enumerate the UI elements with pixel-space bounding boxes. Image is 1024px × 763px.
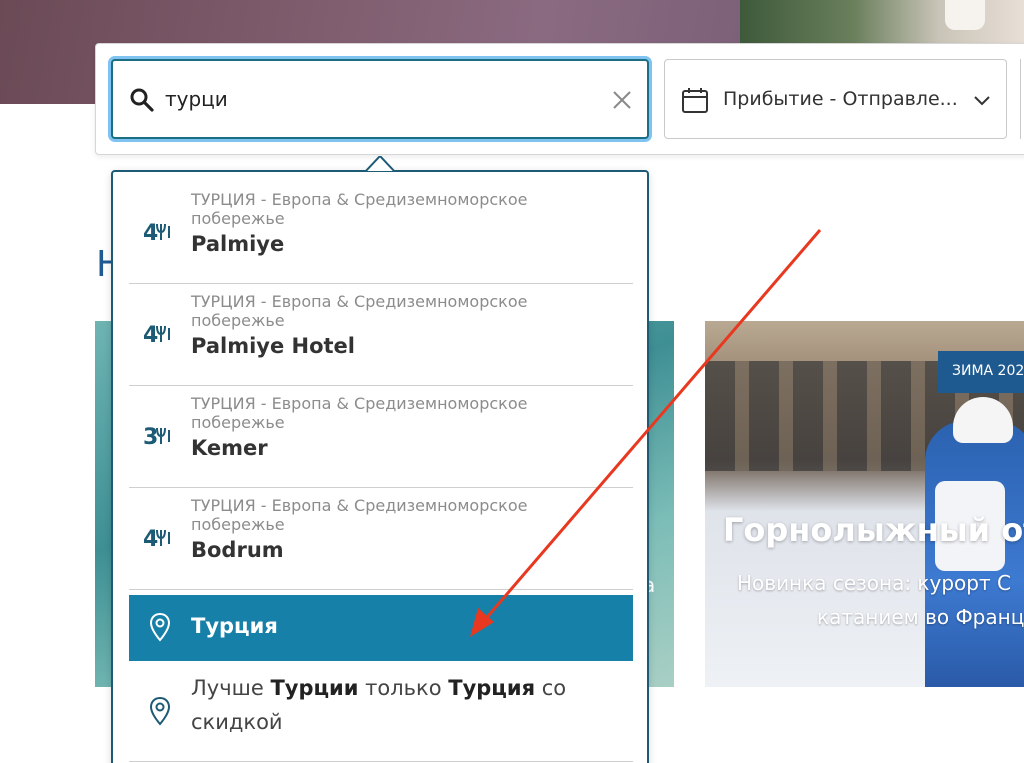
destination-search-box[interactable] (111, 59, 649, 139)
offer-title-line-2: скидкой (191, 710, 283, 734)
hero-image-right (740, 0, 1024, 44)
promo-card-ski[interactable]: ЗИМА 202 Горнолыжный от Новинка сезона: … (705, 321, 1024, 687)
resort-region: ТУРЦИЯ - Европа & Средиземноморское побе… (191, 190, 528, 228)
resort-name: Palmiye Hotel (191, 334, 356, 358)
calendar-icon (682, 88, 708, 113)
suggestion-resort[interactable]: 4 ТУРЦИЯ - Европа & Средиземноморское по… (129, 182, 633, 284)
search-icon (130, 88, 154, 112)
destination-search-input[interactable] (165, 81, 595, 117)
suggestion-resort[interactable]: 3 ТУРЦИЯ - Европа & Средиземноморское по… (129, 386, 633, 488)
chevron-down-icon (974, 96, 990, 106)
resort-name: Kemer (191, 436, 268, 460)
destination-label: Турция (191, 614, 278, 638)
promo-card-subtitle-2: катанием во Франц (817, 605, 1024, 629)
location-pin-icon (149, 696, 171, 726)
resort-name: Palmiye (191, 232, 285, 256)
trident-rating-icon: 4 (143, 221, 170, 246)
suggestion-destination-highlighted[interactable]: Турция (129, 595, 633, 661)
season-badge: ЗИМА 202 (938, 351, 1024, 393)
trident-rating-icon: 4 (143, 527, 170, 552)
suggestion-resort[interactable]: 4 ТУРЦИЯ - Европа & Средиземноморское по… (129, 284, 633, 386)
next-field-edge[interactable] (1020, 59, 1024, 139)
location-pin-icon (149, 612, 171, 642)
offer-title-line: Лучше Турции только Турция со (191, 676, 567, 700)
trident-rating-icon: 4 (143, 323, 170, 348)
date-range-label: Прибытие - Отправле... (723, 88, 958, 110)
suggestion-resort[interactable]: 4 ТУРЦИЯ - Европа & Средиземноморское по… (129, 488, 633, 590)
promo-card-subtitle: Новинка сезона: курорт С (737, 571, 1011, 595)
trident-rating-icon: 3 (143, 425, 170, 450)
search-suggestions-dropdown: 4 ТУРЦИЯ - Европа & Средиземноморское по… (111, 156, 649, 763)
close-icon[interactable] (611, 89, 633, 111)
suggestion-offer[interactable]: Лучше Турции только Турция со скидкой (129, 662, 633, 762)
hero-figure (945, 0, 985, 30)
resort-region: ТУРЦИЯ - Европа & Средиземноморское побе… (191, 496, 528, 534)
resort-name: Bodrum (191, 538, 284, 562)
resort-region: ТУРЦИЯ - Европа & Средиземноморское побе… (191, 394, 528, 432)
resort-region: ТУРЦИЯ - Европа & Средиземноморское побе… (191, 292, 528, 330)
promo-card-title: Горнолыжный от (723, 511, 1024, 549)
date-range-selector[interactable]: Прибытие - Отправле... (664, 59, 1007, 139)
